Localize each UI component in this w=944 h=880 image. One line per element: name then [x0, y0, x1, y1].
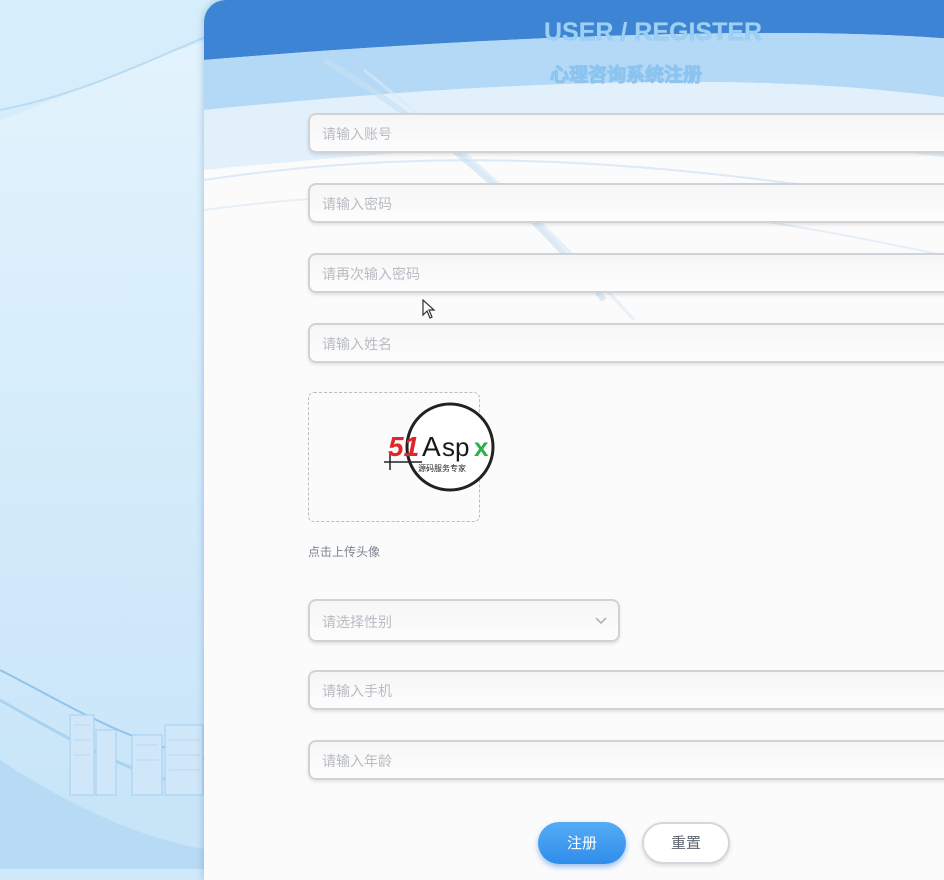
phone-placeholder: 请输入手机 [322, 684, 392, 700]
page-title-cn: 心理咨询系统注册 [550, 64, 703, 86]
watermark-brand-51: 51 [388, 431, 419, 462]
name-placeholder: 请输入姓名 [322, 337, 392, 353]
avatar-upload-label: 点击上传头像 [308, 545, 381, 559]
register-card: USER / REGISTER 心理咨询系统注册 请输入账号 请输入密码 请再次… [204, 0, 944, 880]
account-placeholder: 请输入账号 [322, 127, 392, 143]
gender-placeholder: 请选择性别 [322, 615, 392, 631]
confirm-password-placeholder: 请再次输入密码 [322, 267, 420, 283]
password-input[interactable]: 请输入密码 [308, 183, 944, 223]
watermark-logo: 51 A sp x 源码服务专家 [384, 402, 495, 492]
gender-select[interactable]: 请选择性别 [308, 599, 620, 642]
watermark-tagline: 源码服务专家 [418, 463, 466, 473]
account-input[interactable]: 请输入账号 [308, 113, 944, 153]
page-title-en: USER / REGISTER [544, 18, 763, 46]
age-placeholder: 请输入年龄 [322, 754, 392, 770]
age-input[interactable]: 请输入年龄 [308, 740, 944, 780]
background-decoration [0, 0, 210, 869]
password-placeholder: 请输入密码 [322, 197, 392, 213]
phone-input[interactable]: 请输入手机 [308, 670, 944, 710]
confirm-password-input[interactable]: 请再次输入密码 [308, 253, 944, 293]
name-input[interactable]: 请输入姓名 [308, 323, 944, 363]
register-button[interactable]: 注册 [538, 822, 626, 864]
watermark-brand-sp: sp [442, 432, 469, 462]
reset-button[interactable]: 重置 [642, 822, 730, 864]
watermark-brand-a: A [422, 431, 441, 462]
watermark-brand-x: x [474, 432, 489, 462]
mouse-cursor-icon [422, 299, 436, 319]
chevron-down-icon [595, 617, 607, 625]
